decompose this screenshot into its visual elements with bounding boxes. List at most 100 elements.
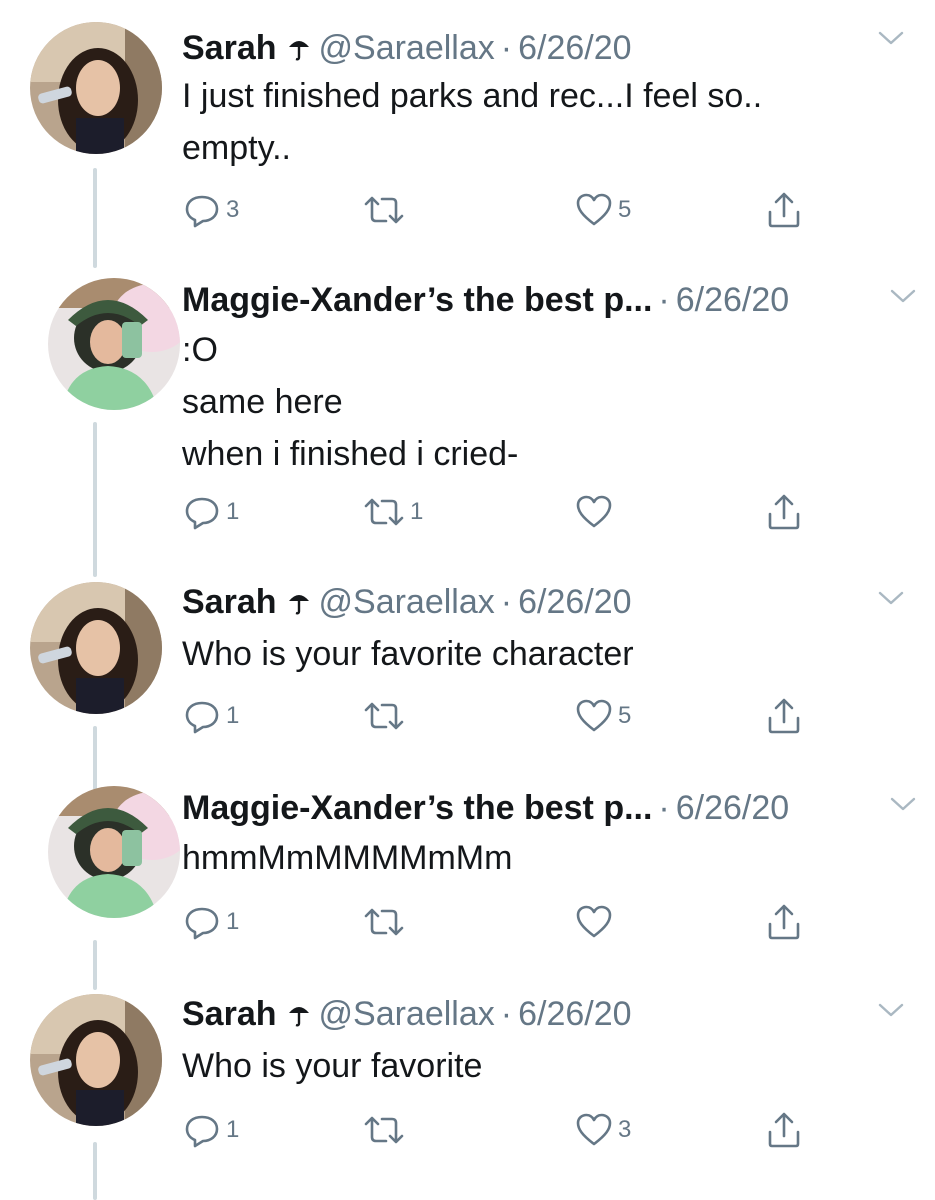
tweet-text: :O same here when i finished i cried-	[182, 324, 518, 480]
reply-icon	[185, 497, 219, 530]
avatar-sarah[interactable]	[30, 994, 162, 1126]
tweet[interactable]: Sarah @Saraellax · 6/26/20 Who is your f…	[0, 994, 935, 1154]
chevron-down-icon[interactable]	[877, 28, 905, 48]
display-name[interactable]: Sarah	[182, 28, 277, 68]
heart-icon	[576, 905, 612, 938]
handle[interactable]: @Saraellax	[319, 994, 495, 1034]
avatar-image	[48, 786, 180, 918]
tweet[interactable]: Sarah @Saraellax · 6/26/20 Who is your f…	[0, 582, 935, 742]
retweet-button[interactable]	[362, 902, 410, 942]
avatar-sarah[interactable]	[30, 582, 162, 714]
reply-icon	[185, 907, 219, 940]
reply-icon	[185, 701, 219, 734]
retweet-button[interactable]	[362, 696, 410, 736]
tweet-text-line: hmmMmMMMMmMm	[182, 839, 513, 877]
avatar-image	[30, 994, 162, 1126]
display-name[interactable]: Maggie-Xander’s the best p...	[182, 280, 652, 320]
tweet-text-line: Who is your favorite	[182, 1047, 483, 1085]
share-icon	[768, 904, 800, 940]
display-name[interactable]: Sarah	[182, 994, 277, 1034]
retweet-count: 1	[410, 498, 424, 525]
tweet-header: Sarah @Saraellax · 6/26/20	[182, 994, 632, 1034]
share-button[interactable]	[764, 902, 804, 942]
timestamp[interactable]: 6/26/20	[518, 582, 631, 622]
retweet-icon	[364, 908, 404, 936]
separator-dot: ·	[658, 789, 670, 827]
tweet[interactable]: Sarah @Saraellax · 6/26/20 I just finish…	[0, 22, 935, 252]
handle[interactable]: @Saraellax	[319, 582, 495, 622]
tweet-text: hmmMmMMMMmMm	[182, 832, 512, 884]
share-icon	[768, 192, 800, 228]
tweet-text-line: same here	[182, 383, 343, 421]
tweet-actions: 1 5	[182, 696, 822, 736]
retweet-icon	[364, 1116, 404, 1144]
tweet-header: Sarah @Saraellax · 6/26/20	[182, 28, 632, 68]
like-count: 3	[618, 1116, 632, 1143]
tweet-text-line: :O	[182, 331, 218, 369]
display-name[interactable]: Sarah	[182, 582, 277, 622]
share-button[interactable]	[764, 1110, 804, 1150]
retweet-icon	[364, 498, 404, 526]
share-button[interactable]	[764, 492, 804, 532]
tweet-text-line: I just finished parks and rec...I feel s…	[182, 77, 763, 115]
reply-button[interactable]: 1	[182, 1110, 239, 1150]
separator-dot: ·	[500, 583, 513, 621]
heart-icon	[576, 193, 612, 226]
reply-icon	[185, 1115, 219, 1148]
umbrella-icon	[287, 35, 311, 61]
like-button[interactable]: 3	[574, 1110, 631, 1150]
heart-icon	[576, 1113, 612, 1146]
share-button[interactable]	[764, 190, 804, 230]
avatar-maggie[interactable]	[48, 278, 180, 410]
retweet-icon	[364, 196, 404, 224]
avatar-image	[30, 22, 162, 154]
like-button[interactable]: 5	[574, 190, 631, 230]
tweet-text-line: empty..	[182, 129, 291, 167]
tweet-actions: 1 1	[182, 492, 822, 532]
tweet[interactable]: Maggie-Xander’s the best p... · 6/26/20 …	[0, 786, 935, 946]
chevron-down-icon[interactable]	[877, 588, 905, 608]
reply-count: 1	[226, 1116, 240, 1143]
like-button[interactable]	[574, 902, 618, 942]
tweet-text: Who is your favorite	[182, 1040, 482, 1092]
tweet[interactable]: Maggie-Xander’s the best p... · 6/26/20 …	[0, 278, 935, 538]
reply-count: 1	[226, 498, 240, 525]
like-count: 5	[618, 702, 632, 729]
tweet-text: Who is your favorite character	[182, 628, 634, 680]
like-button[interactable]: 5	[574, 696, 631, 736]
retweet-button[interactable]	[362, 1110, 410, 1150]
tweet-header: Maggie-Xander’s the best p... · 6/26/20	[182, 788, 789, 828]
avatar-maggie[interactable]	[48, 786, 180, 918]
timestamp[interactable]: 6/26/20	[676, 788, 789, 828]
tweet-header: Maggie-Xander’s the best p... · 6/26/20	[182, 280, 789, 320]
timestamp[interactable]: 6/26/20	[518, 28, 631, 68]
chevron-down-icon[interactable]	[889, 286, 917, 306]
retweet-icon	[364, 702, 404, 730]
reply-icon	[185, 195, 219, 228]
reply-button[interactable]: 1	[182, 492, 239, 532]
tweet-text: I just finished parks and rec...I feel s…	[182, 70, 762, 174]
share-icon	[768, 1112, 800, 1148]
chevron-down-icon[interactable]	[877, 1000, 905, 1020]
tweet-actions: 1 3	[182, 1110, 822, 1150]
umbrella-icon	[287, 1001, 311, 1027]
timestamp[interactable]: 6/26/20	[518, 994, 631, 1034]
avatar-image	[30, 582, 162, 714]
reply-button[interactable]: 3	[182, 190, 239, 230]
like-button[interactable]	[574, 492, 618, 532]
share-button[interactable]	[764, 696, 804, 736]
umbrella-icon	[287, 589, 311, 615]
reply-button[interactable]: 1	[182, 902, 239, 942]
avatar-sarah[interactable]	[30, 22, 162, 154]
handle[interactable]: @Saraellax	[319, 28, 495, 68]
reply-count: 1	[226, 702, 240, 729]
like-count: 5	[618, 196, 632, 223]
tweet-actions: 3 5	[182, 190, 822, 230]
display-name[interactable]: Maggie-Xander’s the best p...	[182, 788, 652, 828]
retweet-button[interactable]: 1	[362, 492, 423, 532]
reply-button[interactable]: 1	[182, 696, 239, 736]
separator-dot: ·	[500, 995, 513, 1033]
chevron-down-icon[interactable]	[889, 794, 917, 814]
timestamp[interactable]: 6/26/20	[676, 280, 789, 320]
retweet-button[interactable]	[362, 190, 410, 230]
